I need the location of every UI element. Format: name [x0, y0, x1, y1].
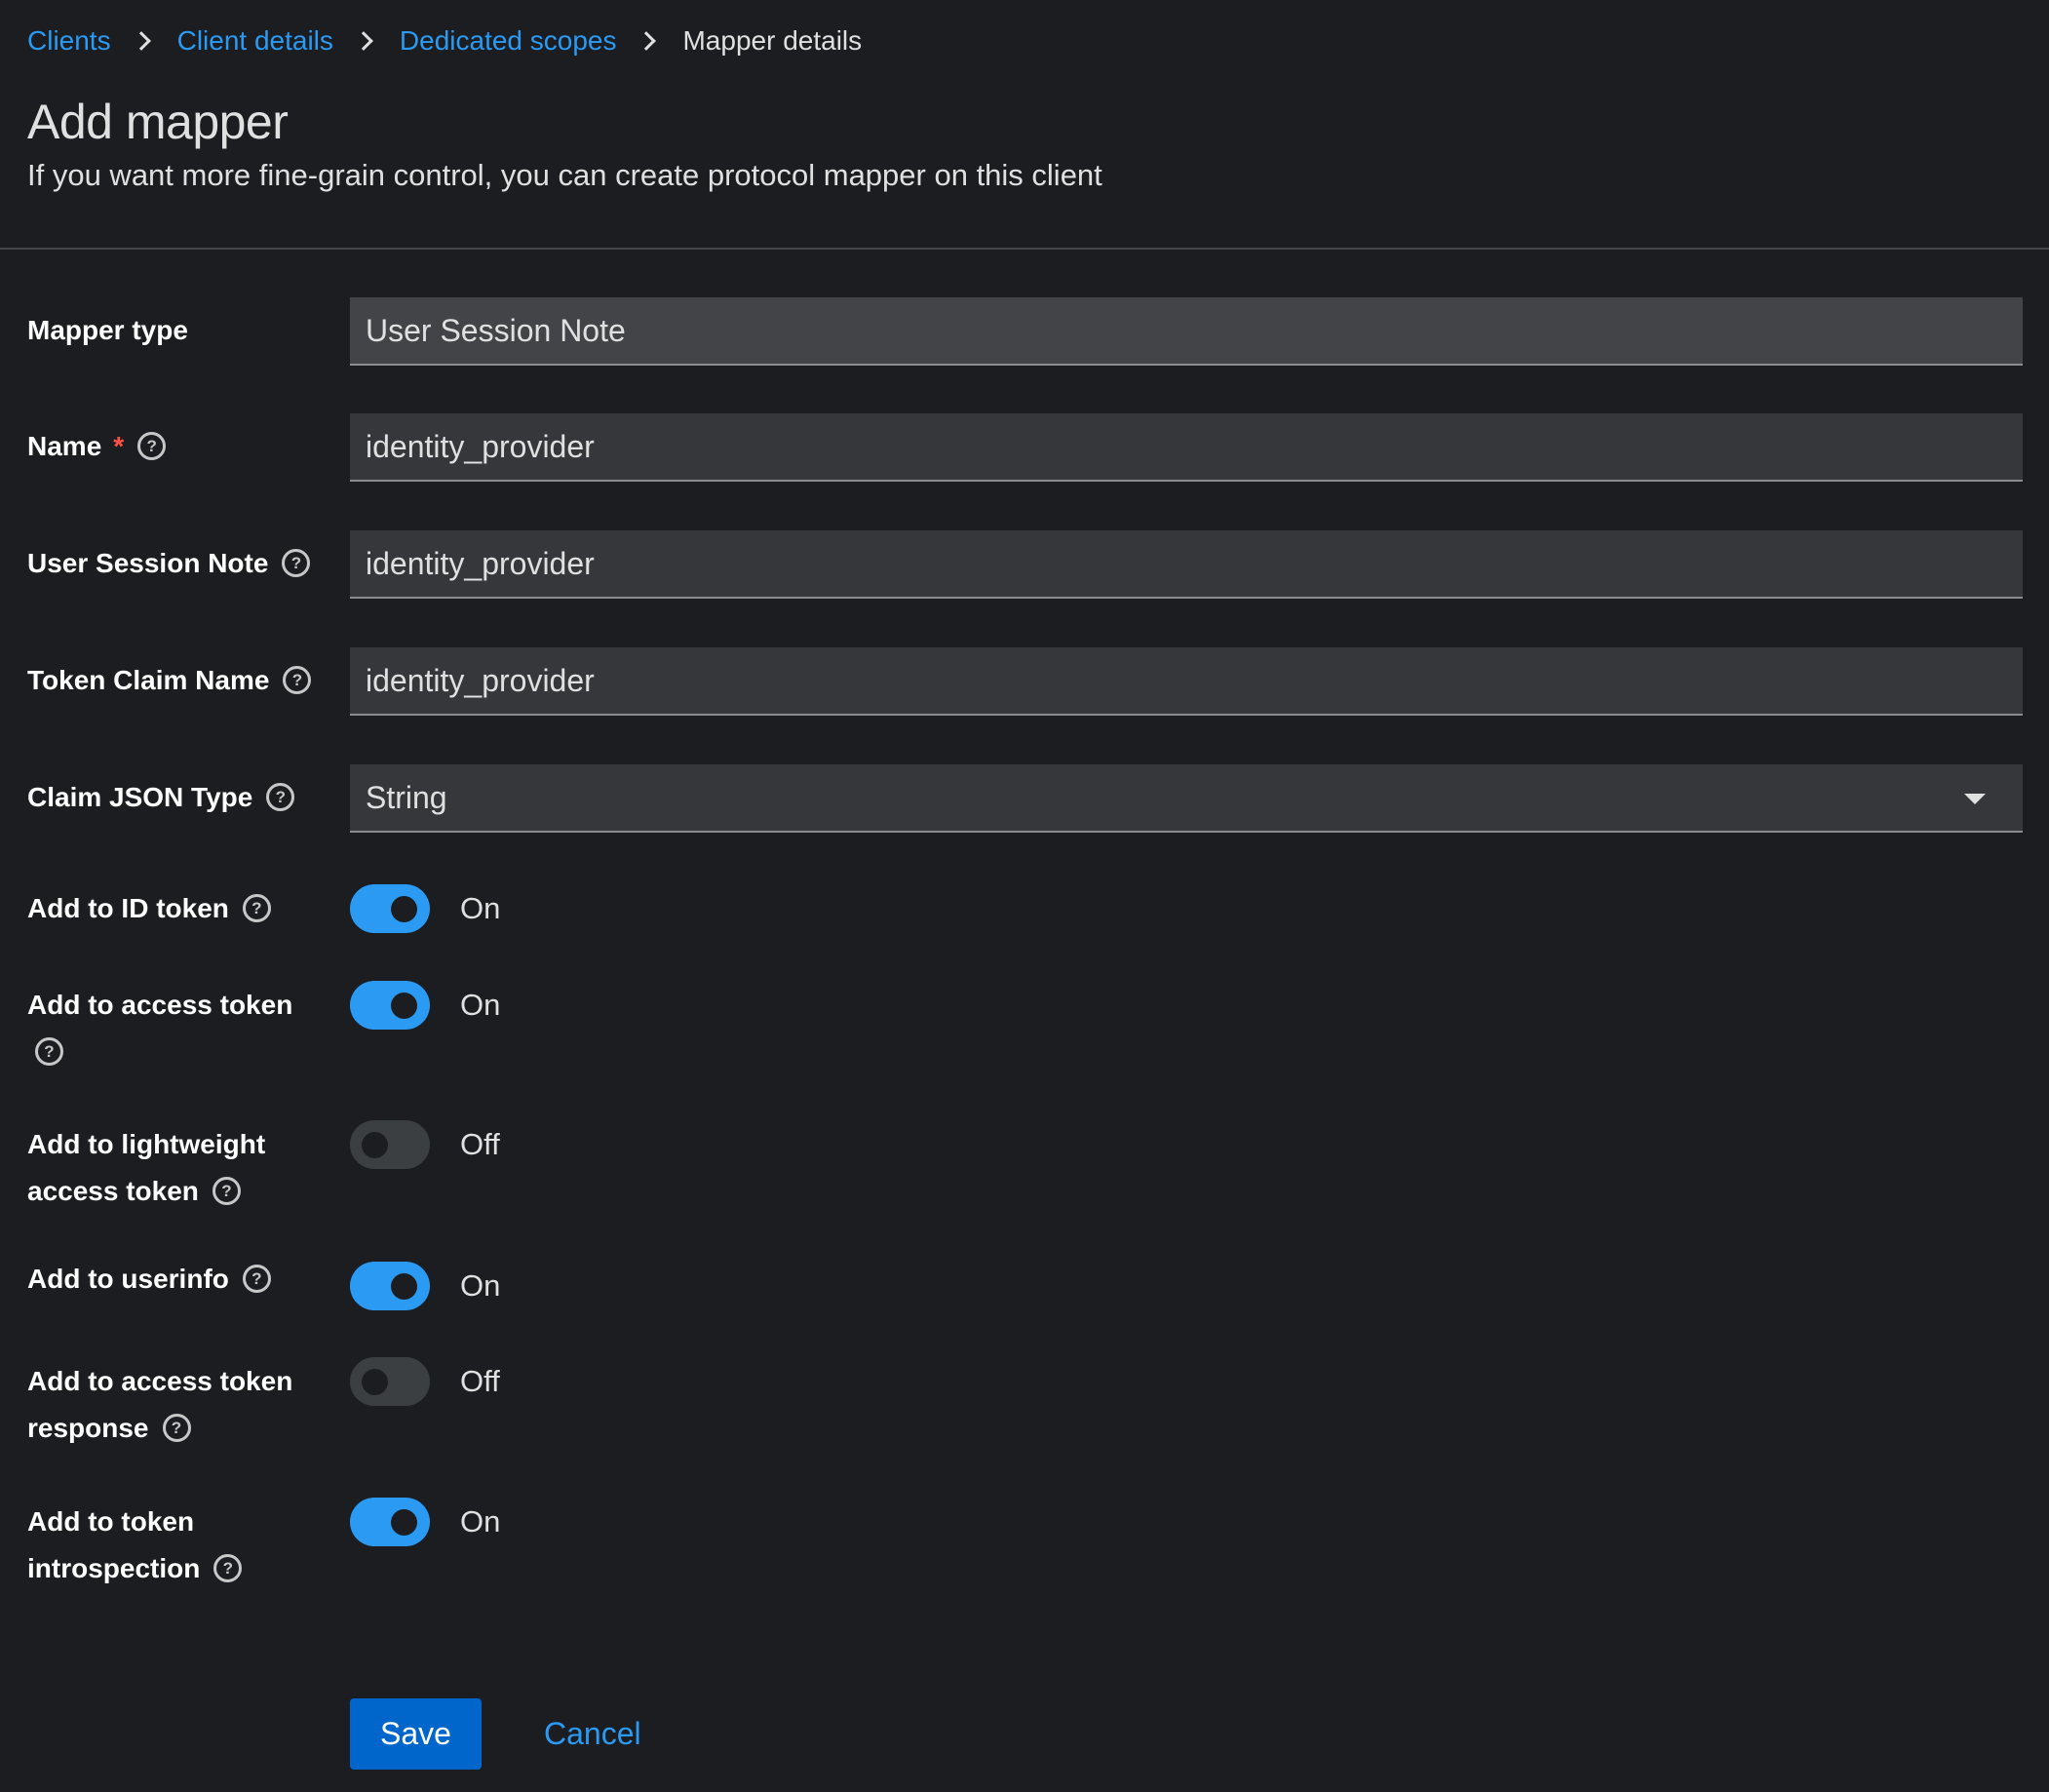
breadcrumb-clients[interactable]: Clients — [27, 25, 111, 57]
breadcrumb: Clients Client details Dedicated scopes … — [27, 21, 862, 60]
page-title: Add mapper — [27, 95, 289, 149]
user-session-note-label-text: User Session Note — [27, 548, 269, 578]
switch-knob — [391, 1273, 417, 1300]
switch-knob — [391, 896, 417, 922]
toggle-label-text: Add to access token — [27, 1366, 293, 1396]
name-input[interactable]: identity_provider — [350, 413, 2023, 482]
toggle-label-text: Add to lightweight — [27, 1129, 266, 1159]
switch-knob — [362, 1132, 388, 1158]
toggle-label: Add to access token ? — [27, 982, 292, 1075]
toggle-state-text: Off — [460, 1364, 500, 1398]
token-claim-name-label: Token Claim Name? — [27, 657, 312, 704]
help-icon[interactable]: ? — [162, 1414, 191, 1443]
mapper-type-label: Mapper type — [27, 315, 188, 345]
breadcrumb-dedicated-scopes[interactable]: Dedicated scopes — [400, 25, 617, 57]
toggle-label: Add to token introspection? — [27, 1499, 243, 1592]
toggle-label: Add to lightweight access token? — [27, 1121, 265, 1215]
toggle-state-text: On — [460, 988, 501, 1022]
help-icon[interactable]: ? — [282, 549, 311, 578]
toggle-state-text: Off — [460, 1127, 500, 1161]
switch-knob — [362, 1369, 388, 1395]
help-icon[interactable]: ? — [212, 1177, 241, 1206]
help-icon[interactable]: ? — [137, 432, 167, 461]
mapper-type-field: User Session Note — [350, 297, 2023, 366]
chevron-right-icon — [131, 31, 151, 51]
toggle-state-text: On — [460, 1504, 501, 1539]
save-button[interactable]: Save — [350, 1698, 482, 1770]
toggle-switch[interactable] — [350, 884, 430, 933]
claim-json-type-value: String — [366, 780, 447, 815]
help-icon[interactable]: ? — [242, 894, 271, 923]
switch-knob — [391, 1509, 417, 1536]
name-label-text: Name — [27, 431, 102, 461]
user-session-note-input[interactable]: identity_provider — [350, 530, 2023, 599]
toggle-label-text-line2: response — [27, 1413, 149, 1443]
chevron-right-icon — [354, 31, 373, 51]
user-session-note-label: User Session Note? — [27, 540, 311, 587]
claim-json-type-select[interactable]: String — [350, 764, 2023, 833]
claim-json-type-label-text: Claim JSON Type — [27, 782, 253, 812]
breadcrumb-client-details[interactable]: Client details — [177, 25, 333, 57]
toggle-state-text: On — [460, 1268, 501, 1303]
page-description: If you want more fine-grain control, you… — [27, 158, 1102, 192]
toggle-switch[interactable] — [350, 1262, 430, 1310]
chevron-right-icon — [637, 31, 657, 51]
toggle-switch[interactable] — [350, 1120, 430, 1169]
token-claim-name-label-text: Token Claim Name — [27, 665, 270, 695]
token-claim-name-input[interactable]: identity_provider — [350, 647, 2023, 716]
toggle-label: Add to ID token? — [27, 885, 271, 932]
switch-knob — [391, 993, 417, 1019]
help-icon[interactable]: ? — [242, 1265, 271, 1294]
toggle-label-text: Add to ID token — [27, 893, 229, 923]
help-icon[interactable]: ? — [266, 783, 295, 812]
breadcrumb-current: Mapper details — [682, 25, 863, 56]
cancel-button[interactable]: Cancel — [544, 1698, 641, 1770]
toggle-switch[interactable] — [350, 1498, 430, 1546]
header-divider — [0, 248, 2049, 250]
toggle-label-text: Add to token — [27, 1506, 195, 1537]
help-icon[interactable]: ? — [283, 666, 312, 695]
required-asterisk: * — [113, 431, 125, 461]
toggle-label-text: Add to access token — [27, 990, 293, 1020]
toggle-label-text-line2: access token — [27, 1176, 199, 1206]
toggle-switch[interactable] — [350, 981, 430, 1030]
claim-json-type-label: Claim JSON Type? — [27, 774, 295, 821]
toggle-label: Add to userinfo? — [27, 1256, 271, 1303]
toggle-switch[interactable] — [350, 1357, 430, 1406]
toggle-label-text: Add to userinfo — [27, 1264, 229, 1294]
caret-down-icon — [1964, 794, 1986, 804]
help-icon[interactable]: ? — [213, 1554, 243, 1583]
toggle-label: Add to access token response? — [27, 1358, 292, 1452]
toggle-state-text: On — [460, 891, 501, 925]
name-label: Name *? — [27, 423, 167, 470]
help-icon[interactable]: ? — [35, 1037, 63, 1067]
toggle-label-text-line2: introspection — [27, 1553, 201, 1583]
